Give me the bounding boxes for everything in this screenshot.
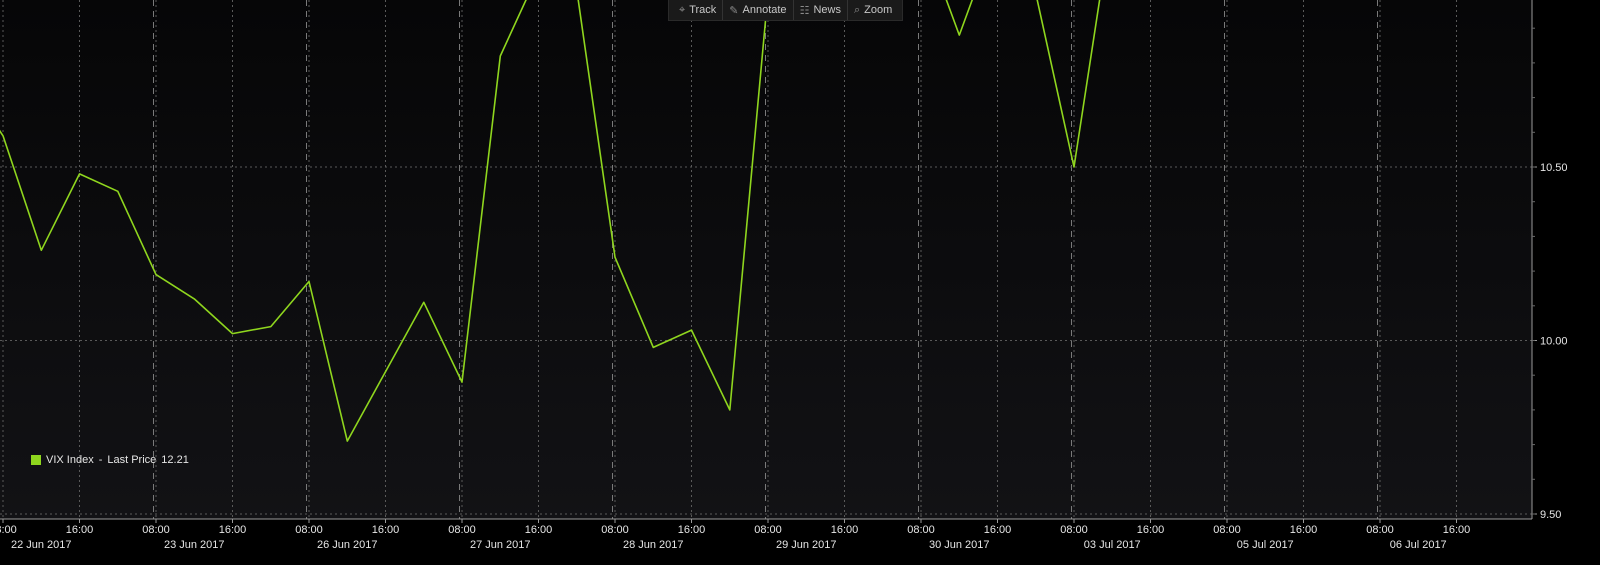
x-time-label: 16:00 xyxy=(984,524,1012,536)
zoom-label: Zoom xyxy=(864,4,893,16)
vix-chart: 9.5010.0010.5011.0011.5012.0008:0016:002… xyxy=(0,0,1600,565)
magnifier-icon: ⌕ xyxy=(853,3,861,16)
legend-separator: - xyxy=(98,454,103,466)
x-time-label: 16:00 xyxy=(678,524,706,536)
x-day-label: 30 Jun 2017 xyxy=(929,539,990,551)
annotate-label: Annotate xyxy=(742,4,787,16)
chart-legend: VIX Index - Last Price 12.21 xyxy=(31,454,189,466)
x-day-label: 06 Jul 2017 xyxy=(1390,539,1447,551)
y-tick-label: 11.00 xyxy=(1540,0,1567,1)
x-time-label: 08:00 xyxy=(601,524,629,536)
x-time-label: 16:00 xyxy=(525,524,553,536)
x-time-label: 16:00 xyxy=(1443,524,1471,536)
x-time-label: 16:00 xyxy=(1137,524,1165,536)
x-time-label: 16:00 xyxy=(219,524,247,536)
x-day-label: 22 Jun 2017 xyxy=(11,539,72,551)
x-time-label: 08:00 xyxy=(907,524,935,536)
annotate-button[interactable]: ✎ Annotate xyxy=(722,0,792,20)
x-day-label: 28 Jun 2017 xyxy=(623,539,684,551)
pencil-icon: ✎ xyxy=(729,3,739,17)
x-time-label: 08:00 xyxy=(754,524,782,536)
x-day-label: 03 Jul 2017 xyxy=(1084,539,1141,551)
y-tick-label: 9.50 xyxy=(1540,509,1561,521)
crosshair-icon: ⌖ xyxy=(679,3,686,16)
x-time-label: 08:00 xyxy=(0,524,17,536)
right-axis-panel xyxy=(1532,0,1600,519)
x-time-label: 08:00 xyxy=(1213,524,1241,536)
x-time-label: 08:00 xyxy=(448,524,476,536)
x-time-label: 08:00 xyxy=(295,524,323,536)
x-time-label: 16:00 xyxy=(66,524,94,536)
zoom-button[interactable]: ⌕ Zoom xyxy=(846,0,898,20)
chart-canvas: 9.5010.0010.5011.0011.5012.0008:0016:002… xyxy=(0,0,1600,565)
x-day-label: 26 Jun 2017 xyxy=(317,539,378,551)
x-time-label: 08:00 xyxy=(1366,524,1394,536)
x-time-label: 16:00 xyxy=(372,524,400,536)
x-day-label: 27 Jun 2017 xyxy=(470,539,531,551)
x-time-label: 08:00 xyxy=(142,524,170,536)
legend-series-name: VIX Index xyxy=(46,454,94,466)
x-day-label: 05 Jul 2017 xyxy=(1237,539,1294,551)
y-tick-label: 10.50 xyxy=(1540,162,1568,174)
news-label: News xyxy=(813,4,841,16)
chart-toolbar: ⌖ Track ✎ Annotate ☷ News ⌕ Zoom xyxy=(668,0,904,21)
news-button[interactable]: ☷ News xyxy=(792,0,847,20)
x-time-label: 16:00 xyxy=(1290,524,1318,536)
legend-swatch xyxy=(31,455,41,465)
x-time-label: 08:00 xyxy=(1060,524,1088,536)
news-icon: ☷ xyxy=(799,3,810,17)
track-label: Track xyxy=(689,4,717,16)
x-day-label: 29 Jun 2017 xyxy=(776,539,837,551)
track-button[interactable]: ⌖ Track xyxy=(673,0,722,20)
x-day-label: 23 Jun 2017 xyxy=(164,539,225,551)
legend-metric: Last Price xyxy=(107,454,157,466)
y-tick-label: 10.00 xyxy=(1540,336,1568,348)
legend-value: 12.21 xyxy=(161,454,189,466)
x-time-label: 16:00 xyxy=(831,524,859,536)
